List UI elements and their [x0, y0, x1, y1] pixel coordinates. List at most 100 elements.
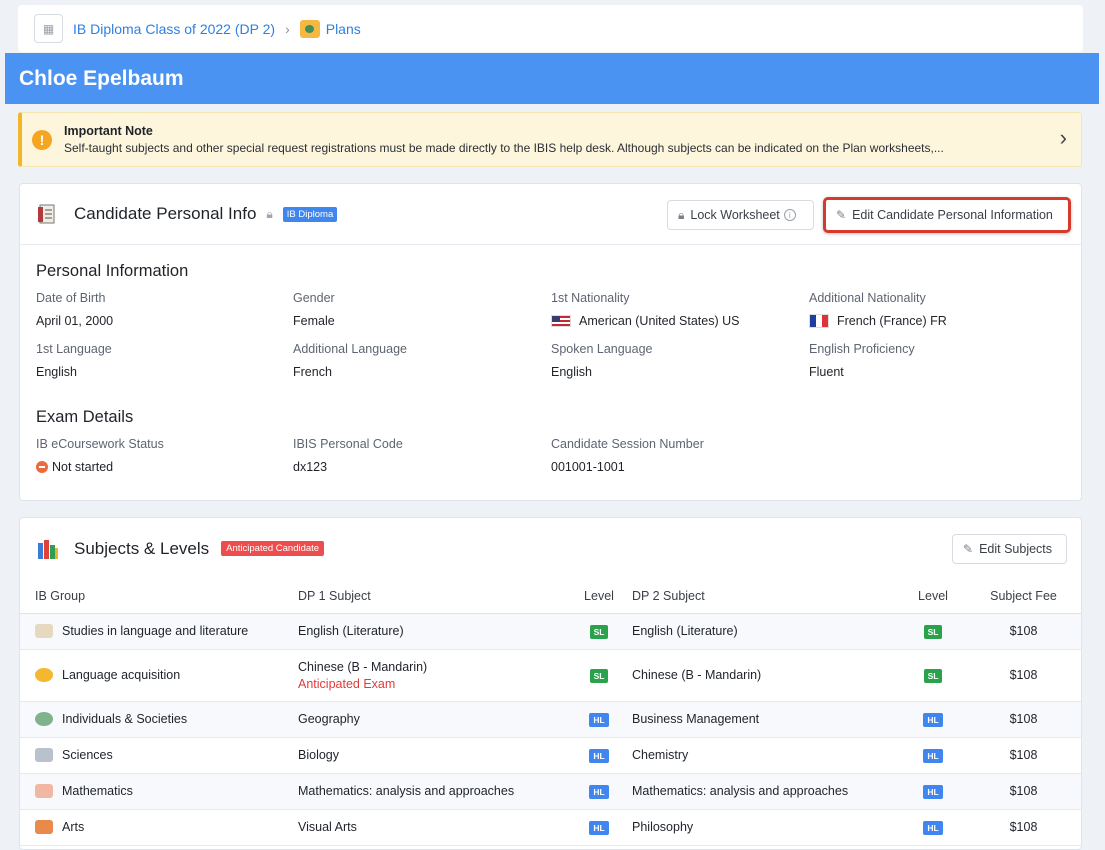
col-subject-fee: Subject Fee	[966, 579, 1081, 614]
nationality-text: French (France) FR	[837, 314, 947, 328]
card-title: Candidate Personal Info	[74, 204, 257, 223]
dp2-subject: Business Management	[632, 701, 900, 738]
field-gender: Gender Female	[293, 291, 335, 328]
level-badge: SL	[589, 624, 609, 639]
chevron-right-icon[interactable]: ›	[1060, 125, 1067, 151]
candidate-personal-info-card: Candidate Personal Info 🔒︎ IB Diploma 🔒︎…	[19, 183, 1082, 501]
info-icon: i	[783, 209, 796, 221]
lock-icon: 🔒︎	[678, 207, 685, 222]
lock-worksheet-button[interactable]: 🔒︎ Lock Worksheet i	[667, 200, 814, 230]
field-value: April 01, 2000	[36, 314, 114, 328]
card-title: Subjects & Levels	[74, 538, 210, 558]
level-badge: HL	[589, 784, 609, 799]
anticipated-candidate-badge: Anticipated Candidate	[221, 541, 325, 556]
not-started-icon	[36, 461, 48, 473]
table-row: Sciences Biology HL Chemistry HL $108	[20, 737, 1081, 774]
book-icon	[35, 624, 53, 639]
nationality-text: American (United States) US	[579, 314, 740, 328]
globe-icon	[35, 712, 53, 727]
field-first-language: 1st Language English	[36, 342, 112, 379]
speech-bubble-icon	[35, 668, 53, 683]
plans-folder-icon	[299, 19, 320, 38]
table-row: Individuals & Societies Geography HL Bus…	[20, 701, 1081, 738]
col-ib-group: IB Group	[20, 579, 298, 614]
pencil-icon: ✎	[963, 542, 974, 556]
theater-masks-icon	[35, 820, 53, 835]
dp2-subject: Mathematics: analysis and approaches	[632, 773, 900, 810]
field-value: Female	[293, 314, 335, 328]
group-name: Mathematics	[62, 783, 133, 798]
chevron-right-icon: ›	[285, 20, 290, 37]
subject-fee: $108	[966, 649, 1081, 702]
note-title: Important Note	[64, 124, 153, 138]
fr-flag-icon	[809, 314, 829, 328]
subjects-levels-card: Subjects & Levels Anticipated Candidate …	[19, 517, 1082, 850]
microscope-icon	[35, 748, 53, 763]
field-label: Spoken Language	[551, 342, 653, 356]
table-row: Studies in language and literature Engli…	[20, 613, 1081, 650]
field-spoken-language: Spoken Language English	[551, 342, 652, 379]
edit-subjects-label: Edit Subjects	[979, 542, 1053, 556]
col-level-2: Level	[900, 579, 966, 614]
books-icon	[38, 539, 58, 559]
dp1-subject: English (Literature)	[298, 613, 566, 650]
breadcrumb-class-link[interactable]: IB Diploma Class of 2022 (DP 2)	[73, 21, 275, 37]
page-header: Chloe Epelbaum	[5, 53, 1099, 104]
edit-subjects-button[interactable]: ✎ Edit Subjects	[952, 534, 1067, 564]
table-row: Language acquisition Chinese (B - Mandar…	[20, 649, 1081, 702]
apps-grid-icon[interactable]: ▦	[34, 14, 63, 43]
level-badge: HL	[589, 820, 609, 835]
field-ecoursework-status: IB eCoursework Status Not started	[36, 437, 164, 474]
field-session-number: Candidate Session Number 001001-1001	[551, 437, 704, 474]
field-value: Fluent	[809, 365, 844, 379]
field-ibis-code: IBIS Personal Code dx123	[293, 437, 403, 474]
group-name: Individuals & Societies	[62, 711, 188, 726]
field-additional-nationality: Additional Nationality French (France) F…	[809, 291, 947, 328]
field-value: Not started	[36, 460, 164, 474]
subject-fee: $108	[966, 737, 1081, 774]
anticipated-exam-note: Anticipated Exam	[298, 676, 396, 691]
lock-worksheet-label: Lock Worksheet	[690, 208, 780, 222]
field-value: 001001-1001	[551, 460, 625, 474]
ruler-icon	[35, 784, 53, 799]
field-value: English	[36, 365, 77, 379]
pencil-icon: ✎	[836, 208, 847, 222]
field-value: dx123	[293, 460, 328, 474]
level-badge: HL	[923, 712, 943, 727]
dp2-subject: Philosophy	[632, 809, 900, 846]
dp1-subject: Geography	[298, 701, 566, 738]
field-label: 1st Language	[36, 342, 112, 356]
dp1-subject: Biology	[298, 737, 566, 774]
col-level-1: Level	[566, 579, 632, 614]
level-badge: HL	[589, 712, 609, 727]
dp2-subject: Chinese (B - Mandarin)	[632, 649, 900, 702]
field-dob: Date of Birth April 01, 2000	[36, 291, 113, 328]
level-badge: HL	[923, 820, 943, 835]
table-row: Mathematics Mathematics: analysis and ap…	[20, 773, 1081, 810]
exam-details-title: Exam Details	[36, 408, 134, 426]
subject-fee: $108	[966, 773, 1081, 810]
field-label: IB eCoursework Status	[36, 437, 164, 451]
status-text: Not started	[52, 460, 114, 474]
level-badge: SL	[923, 668, 943, 683]
group-name: Arts	[62, 819, 85, 834]
lock-icon: 🔒︎	[266, 206, 273, 221]
field-value: French	[293, 365, 332, 379]
level-badge: HL	[923, 748, 943, 763]
table-row: Arts Visual Arts HL Philosophy HL $108	[20, 809, 1081, 846]
level-badge: SL	[589, 668, 609, 683]
field-label: English Proficiency	[809, 342, 915, 356]
field-label: Date of Birth	[36, 291, 106, 305]
field-label: Candidate Session Number	[551, 437, 704, 451]
subject-fee: $108	[966, 809, 1081, 846]
important-note-banner[interactable]: ! Important Note Self-taught subjects an…	[18, 112, 1082, 167]
field-label: Gender	[293, 291, 335, 305]
col-dp2-subject: DP 2 Subject	[632, 579, 900, 614]
subjects-table: IB Group DP 1 Subject Level DP 2 Subject…	[20, 579, 1081, 846]
group-name: Language acquisition	[62, 667, 181, 682]
field-label: Additional Language	[293, 342, 407, 356]
breadcrumb-plans-link[interactable]: Plans	[326, 21, 361, 37]
edit-candidate-info-button[interactable]: ✎ Edit Candidate Personal Information	[823, 197, 1071, 233]
field-value: English	[551, 365, 592, 379]
subject-fee: $108	[966, 701, 1081, 738]
